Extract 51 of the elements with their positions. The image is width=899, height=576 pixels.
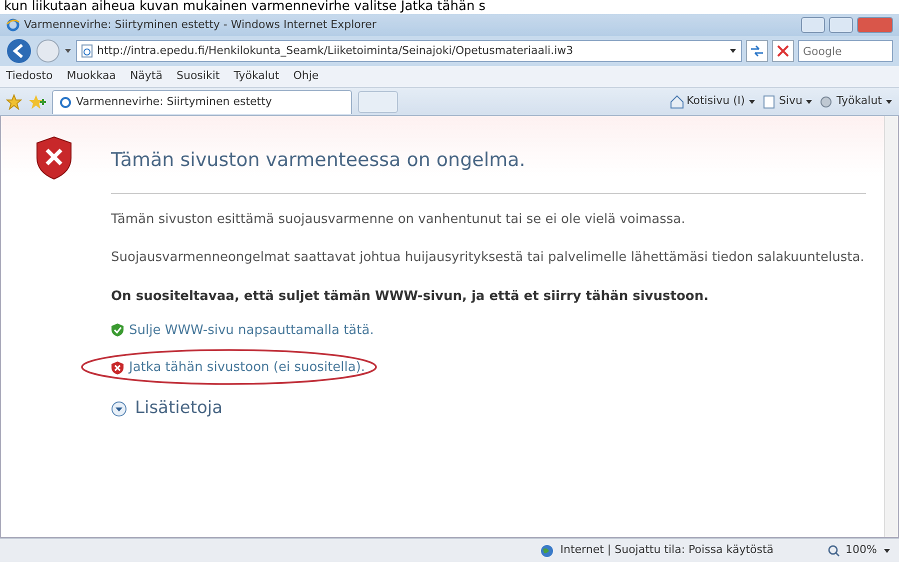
- caret-icon: [805, 98, 814, 106]
- ie-logo-icon: [6, 18, 20, 32]
- caret-icon: [748, 98, 756, 106]
- toolbar-button[interactable]: Työkalut: [819, 93, 893, 110]
- add-favorite-icon: [28, 94, 46, 110]
- minimize-button[interactable]: [801, 17, 825, 33]
- shield-check-icon: [111, 323, 124, 338]
- caret-icon: [883, 546, 891, 554]
- zoom-level[interactable]: 100%: [846, 542, 877, 559]
- page-icon: [81, 44, 93, 58]
- ie-logo-icon: [59, 96, 72, 108]
- menu-item[interactable]: Näytä: [130, 68, 162, 85]
- shield-error-icon: [35, 136, 73, 180]
- search-field[interactable]: Google: [798, 40, 893, 62]
- new-tab-button[interactable]: [358, 90, 398, 112]
- address-field[interactable]: http://intra.epedu.fi/Henkilokunta_Seamk/Liiketoiminta/Seinajoki/Opetusmateriaali.iw3: [76, 40, 742, 62]
- menu-item[interactable]: Ohje: [293, 68, 319, 85]
- home-icon: [670, 94, 684, 108]
- refresh-icon: [746, 40, 768, 62]
- zoom-icon: [828, 544, 840, 556]
- status-zone: Internet | Suojattu tila: Poissa käytöstä: [560, 542, 774, 558]
- shield-error-icon: [111, 361, 124, 376]
- page-icon: [762, 94, 776, 108]
- browser-tab[interactable]: Varmennevirhe: Siirtyminen estetty: [52, 90, 352, 114]
- forward-icon: [36, 39, 60, 63]
- more-info-toggle[interactable]: Lisätietoja: [111, 396, 223, 422]
- paragraph: Suojausvarmenneongelmat saattavat johtua huijausyrityksestä tai palvelimelle lähettämäsi tiedon salakuuntelusta.: [111, 249, 866, 268]
- back-icon: [6, 38, 32, 64]
- window-title: Varmennevirhe: Siirtyminen estetty - Windows Internet Explorer: [24, 16, 378, 33]
- caret-icon: [729, 47, 737, 55]
- caret-icon: [885, 98, 893, 106]
- stop-icon: [772, 40, 794, 62]
- url-text: http://intra.epedu.fi/Henkilokunta_Seamk/Liiketoiminta/Seinajoki/Opetusmateriaali.iw3: [97, 42, 574, 59]
- close-button[interactable]: [857, 17, 893, 33]
- caret-icon: [64, 47, 72, 55]
- globe-icon: [540, 544, 554, 558]
- link[interactable]: Sulje WWW-sivu napsauttamalla tätä.: [111, 320, 374, 340]
- scrollbar[interactable]: [884, 116, 898, 537]
- menu-item[interactable]: Muokkaa: [66, 68, 116, 85]
- gear-icon: [819, 94, 834, 108]
- star-icon: [6, 94, 22, 110]
- menu-item[interactable]: Tiedosto: [6, 68, 53, 85]
- tab-label: Varmennevirhe: Siirtyminen estetty: [76, 94, 272, 110]
- error-heading: Tämän sivuston varmenteessa on ongelma.: [111, 136, 866, 194]
- maximize-button[interactable]: [829, 17, 853, 33]
- menu-item[interactable]: Suosikit: [176, 68, 220, 85]
- toolbar-button[interactable]: Kotisivu (I): [670, 93, 756, 110]
- menu-item[interactable]: Työkalut: [234, 68, 280, 85]
- toolbar-button[interactable]: Sivu: [762, 93, 814, 110]
- paragraph: Tämän sivuston esittämä suojausvarmenne on vanhentunut tai se ei ole vielä voimassa.: [111, 210, 686, 228]
- recommendation-text: On suositeltavaa, että suljet tämän WWW-sivun, ja että et siirry tähän sivustoon.: [111, 288, 710, 306]
